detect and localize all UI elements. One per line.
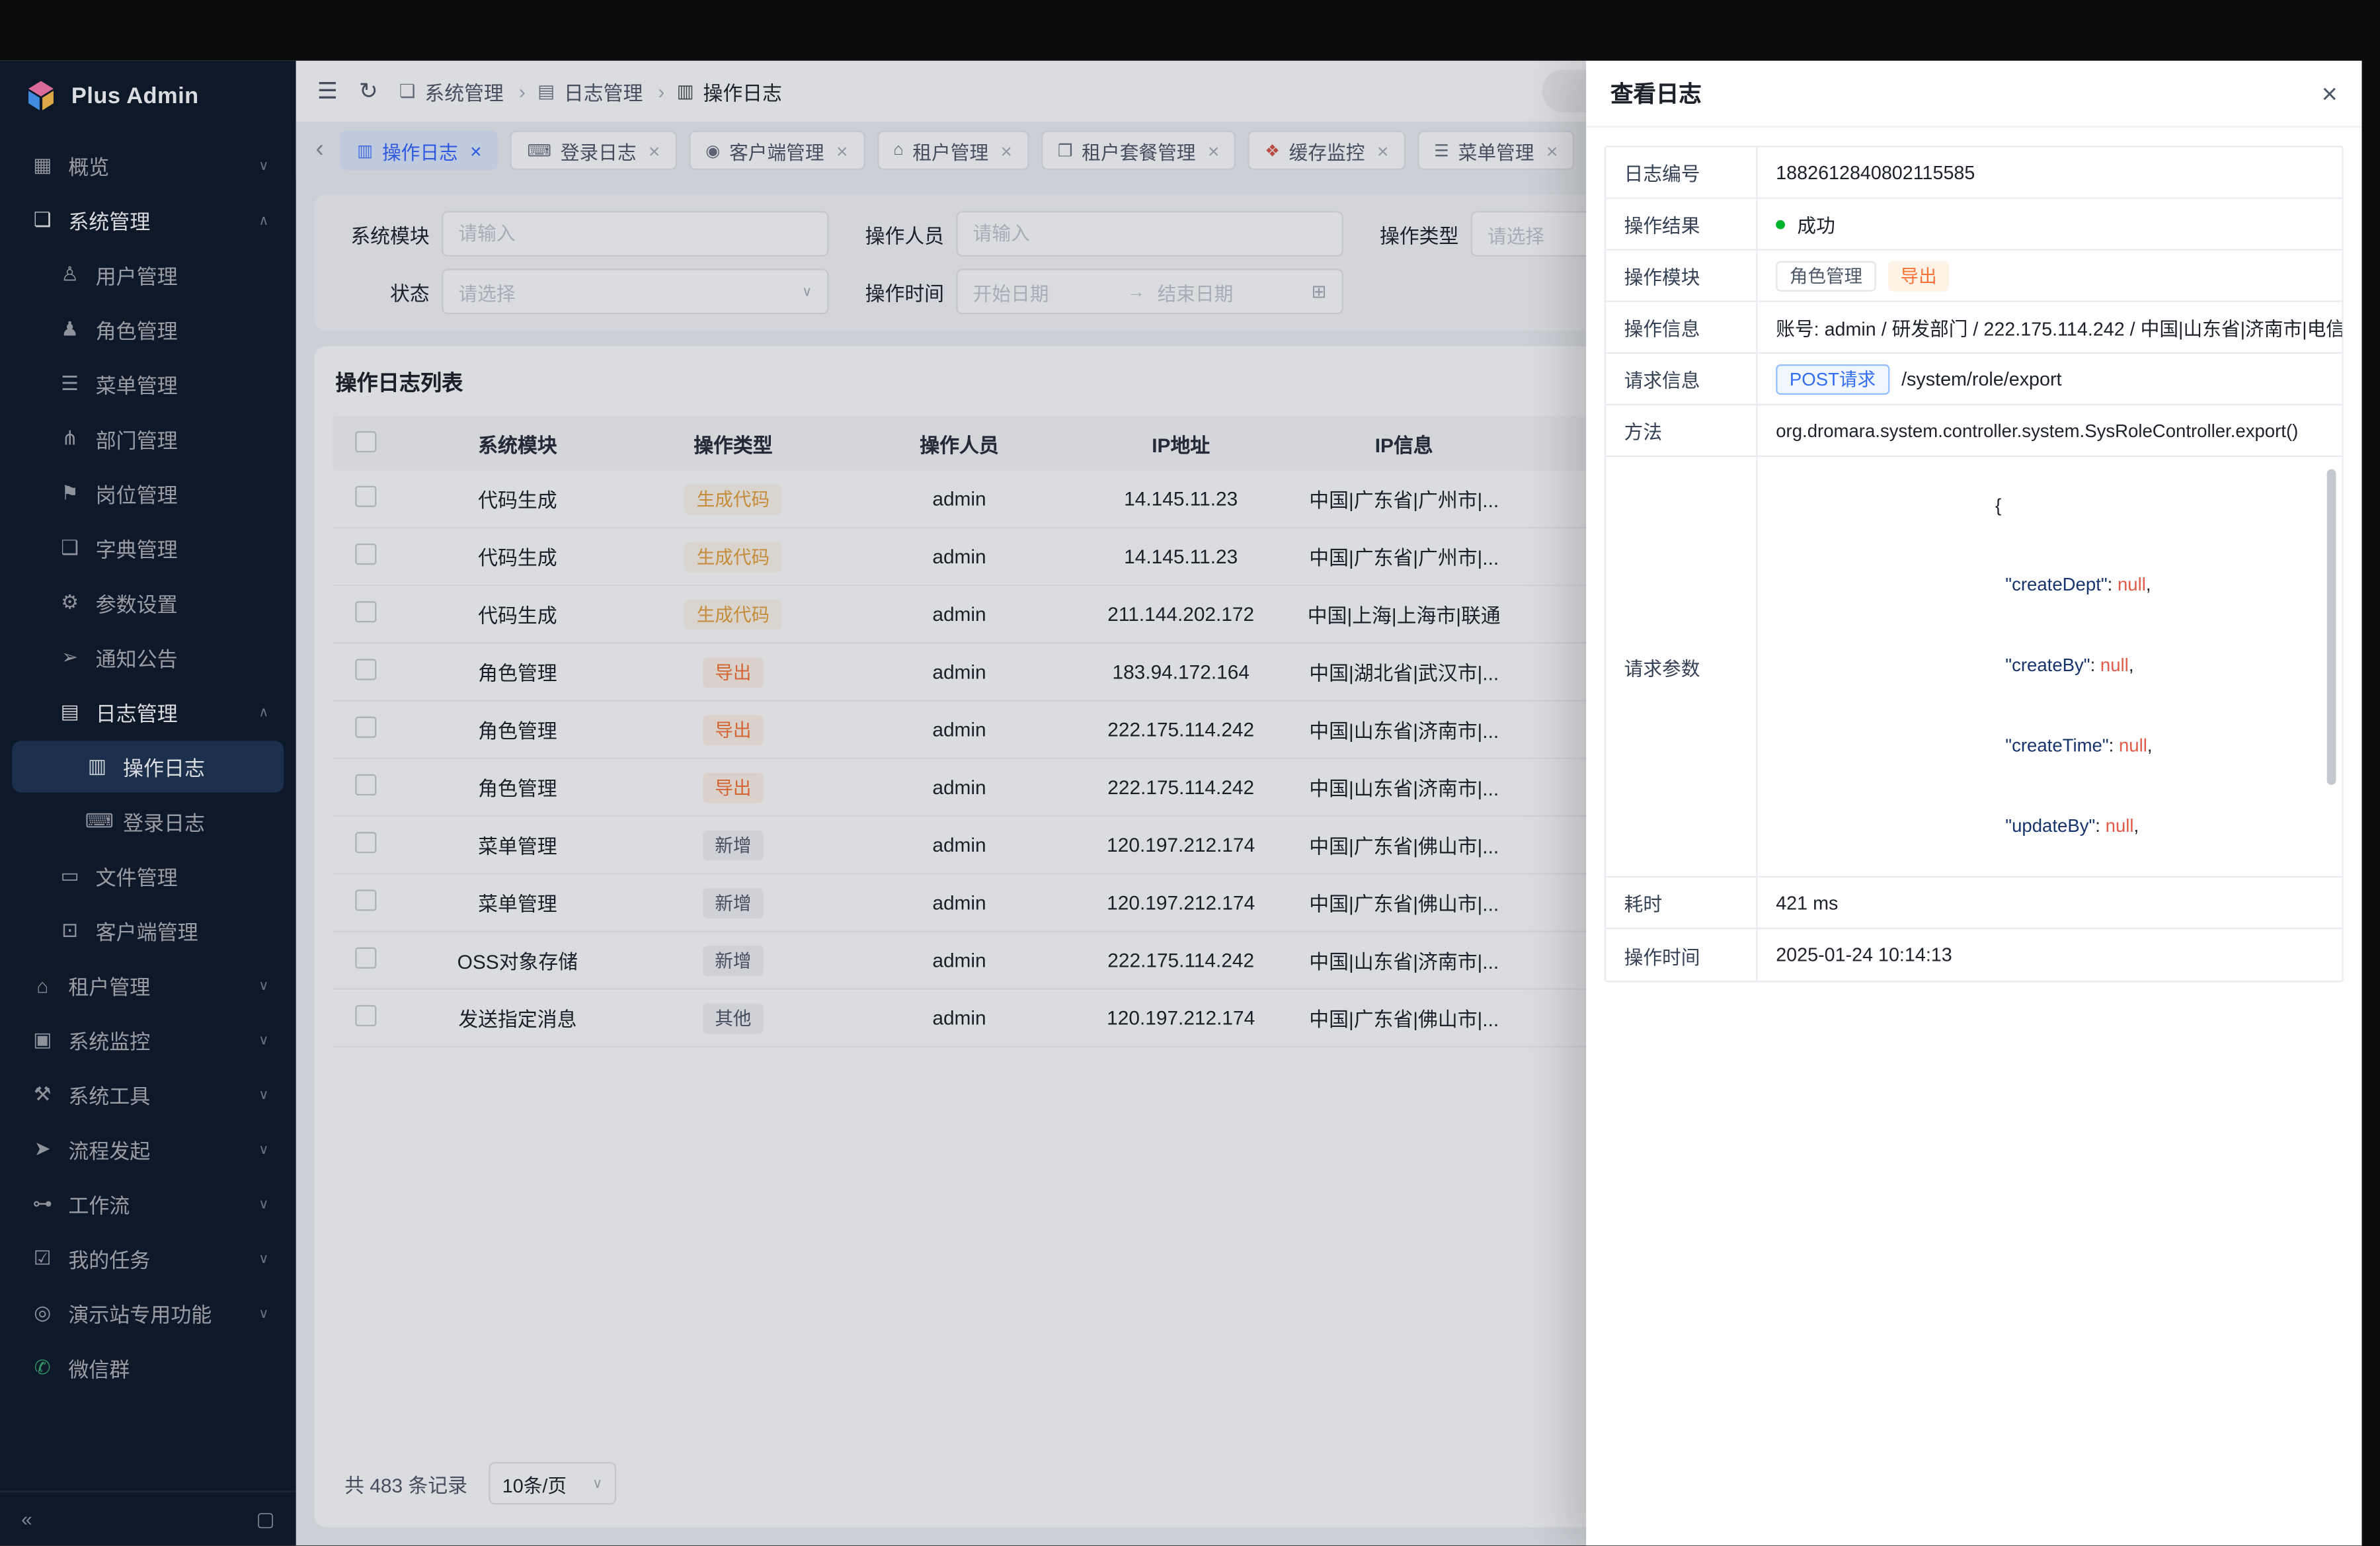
log-detail-drawer: 查看日志 × 日志编号 1882612840802115585 操作结果 成功: [1586, 61, 2361, 1545]
module-badge: 角色管理: [1776, 261, 1876, 291]
detail-row-duration: 耗时 421 ms: [1606, 877, 2342, 929]
json-line: "createBy": null,: [1776, 626, 2318, 706]
field-label: 请求信息: [1606, 354, 1758, 404]
detail-row-result: 操作结果 成功: [1606, 199, 2342, 251]
drawer-title: 查看日志: [1610, 77, 1702, 109]
detail-row-log-id: 日志编号 1882612840802115585: [1606, 147, 2342, 199]
drawer-header: 查看日志 ×: [1586, 61, 2361, 128]
method-value: org.dromara.system.controller.system.Sys…: [1758, 405, 2342, 456]
window-chrome-right: [2361, 0, 2380, 1545]
screen: Plus Admin ▦ 概览 ∨ ❏ 系统管理 ∧ ♙ 用户管理: [0, 0, 2380, 1545]
detail-row-info: 操作信息 账号: admin / 研发部门 / 222.175.114.242 …: [1606, 302, 2342, 354]
operation-info-value: 账号: admin / 研发部门 / 222.175.114.242 / 中国|…: [1758, 302, 2342, 352]
field-label: 方法: [1606, 405, 1758, 456]
field-label: 操作模块: [1606, 251, 1758, 301]
detail-row-module: 操作模块 角色管理 导出: [1606, 251, 2342, 302]
json-line: "createDept": null,: [1776, 546, 2318, 626]
field-label: 操作时间: [1606, 929, 1758, 981]
log-id-value: 1882612840802115585: [1758, 147, 2342, 198]
operation-badge: 导出: [1888, 261, 1949, 291]
json-line: {: [1776, 466, 2318, 546]
request-params-code: { "createDept": null, "createBy": null, …: [1758, 457, 2342, 876]
field-label: 请求参数: [1606, 457, 1758, 876]
post-method-badge: POST请求: [1776, 364, 1889, 394]
drawer-body: 日志编号 1882612840802115585 操作结果 成功 操作模块: [1586, 128, 2361, 1545]
success-status-dot: [1776, 220, 1785, 229]
detail-row-method: 方法 org.dromara.system.controller.system.…: [1606, 405, 2342, 457]
app-window: Plus Admin ▦ 概览 ∨ ❏ 系统管理 ∧ ♙ 用户管理: [0, 61, 2361, 1545]
operation-time-value: 2025-01-24 10:14:13: [1758, 929, 2342, 981]
json-line: "updateTime": null,: [1776, 867, 2318, 876]
json-line: "updateBy": null,: [1776, 787, 2318, 867]
detail-row-params: 请求参数 { "createDept": null, "createBy":: [1606, 457, 2342, 877]
field-label: 操作信息: [1606, 302, 1758, 352]
json-line: "createTime": null,: [1776, 706, 2318, 786]
request-url-value: /system/role/export: [1901, 368, 2061, 389]
field-label: 耗时: [1606, 877, 1758, 928]
detail-row-time: 操作时间 2025-01-24 10:14:13: [1606, 929, 2342, 981]
field-label: 操作结果: [1606, 199, 1758, 249]
detail-row-request: 请求信息 POST请求 /system/role/export: [1606, 354, 2342, 405]
field-label: 日志编号: [1606, 147, 1758, 198]
log-detail-table: 日志编号 1882612840802115585 操作结果 成功 操作模块: [1605, 145, 2344, 982]
window-chrome-top: [0, 0, 2380, 61]
result-value: 成功: [1797, 210, 1835, 239]
drawer-overlay[interactable]: [0, 61, 1586, 1545]
drawer-close-icon[interactable]: ×: [2322, 80, 2338, 107]
duration-value: 421 ms: [1758, 877, 2342, 928]
scrollbar[interactable]: [2327, 469, 2336, 864]
scrollbar-thumb[interactable]: [2327, 469, 2336, 785]
